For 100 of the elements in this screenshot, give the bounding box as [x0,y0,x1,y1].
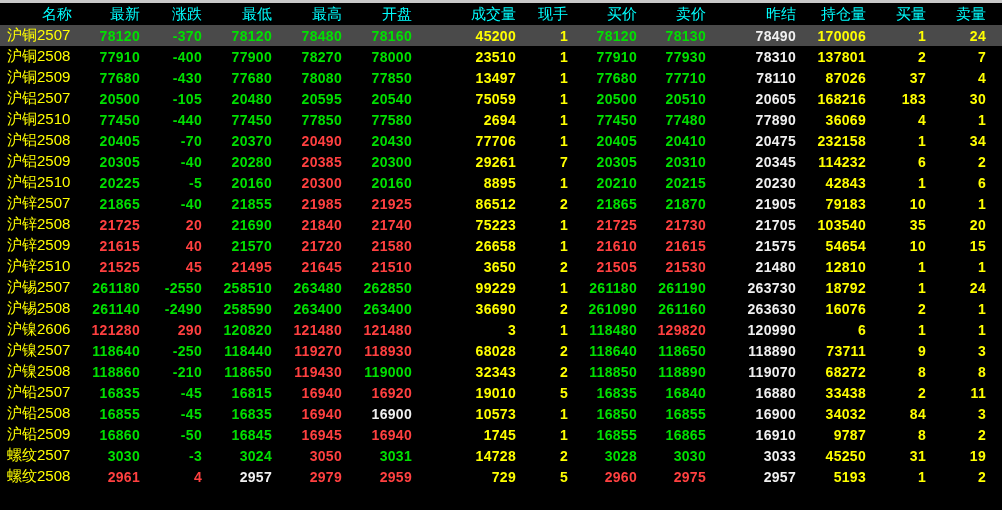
table-cell-text: 2694 [482,111,516,128]
column-header[interactable]: 最高 [272,4,342,24]
table-cell-text: 20430 [370,132,412,149]
table-cell-text: 263730 [746,279,796,296]
table-cell-text: 78120 [98,27,140,44]
column-header[interactable]: 昨结 [706,4,796,24]
table-cell-text: 118650 [223,363,272,380]
table-cell-text: 2 [976,153,986,170]
table-cell-text: 263630 [746,300,796,317]
table-cell-text: -50 [179,426,202,443]
table-cell-text: 118890 [657,363,706,380]
table-cell-text: 1 [976,195,986,212]
table-cell-text: 21840 [300,216,342,233]
table-cell-text: 78490 [754,27,796,44]
table-cell-text: 2975 [672,468,706,485]
table-cell-text: 18792 [824,279,866,296]
column-header[interactable]: 名称 [0,4,72,24]
table-cell-text: 21580 [370,237,412,254]
table-cell-text: 20475 [754,132,796,149]
table-cell-text: 20210 [595,174,637,191]
table-cell-text: 77480 [664,111,706,128]
table-cell-text: 86512 [474,195,516,212]
table-cell-text: 118850 [588,363,637,380]
column-header[interactable]: 最新 [72,4,140,24]
table-cell-text: 258510 [222,279,272,296]
table-cell-text: 114232 [817,153,866,170]
contract-name: 螺纹2508 [6,467,72,486]
table-cell-text: 16076 [824,300,866,317]
table-cell-text: 21730 [664,216,706,233]
table-cell-text: 77900 [230,48,272,65]
table-row[interactable]: 沪铜2507 78120 -370 78120 78480 78160 45200 1 78120 78130 78490 170006 1 24 [0,25,1002,46]
table-cell-text: 10573 [474,405,516,422]
table-cell-text: 8 [916,426,926,443]
table-cell-text: -105 [171,90,202,107]
table-cell-text: 1 [916,321,926,338]
table-cell-text: 1 [558,27,568,44]
column-header[interactable]: 成交量 [412,4,516,24]
table-cell-text: 6 [856,321,866,338]
table-cell-text: 2 [558,300,568,317]
table-cell-text: 73711 [825,342,866,359]
table-cell-text: 20305 [595,153,637,170]
table-cell-text: 21725 [98,216,140,233]
table-cell-text: 3 [976,342,986,359]
table-cell-text: 21985 [300,195,342,212]
table-cell-text: 77890 [754,111,796,128]
table-cell-text: 1 [558,111,568,128]
table-cell-text: 121280 [90,321,140,338]
table-cell-text: 2 [558,342,568,359]
column-header[interactable]: 买价 [568,4,637,24]
table-cell-text: 40 [184,237,202,254]
table-cell-text: 2960 [603,468,637,485]
table-cell-text: -250 [171,342,202,359]
table-cell-text: 7 [976,48,986,65]
table-cell-text: 2961 [106,468,140,485]
column-header[interactable]: 卖价 [637,4,706,24]
table-cell-text: 9 [916,342,926,359]
column-header[interactable]: 涨跌 [140,4,202,24]
table-cell-text: 1 [558,426,568,443]
table-cell-text: 20480 [230,90,272,107]
table-cell-text: 77680 [595,69,637,86]
table-cell-text: 21575 [754,237,796,254]
table-cell-text: 20405 [595,132,637,149]
table-cell-text: 2 [558,195,568,212]
table-cell-text: 3650 [482,258,516,275]
table-cell-text: 20300 [300,174,342,191]
table-cell-text: 16835 [595,384,637,401]
table-cell-text: 21870 [664,195,706,212]
table-cell-text: -210 [171,363,202,380]
table-cell-text: -440 [171,111,202,128]
table-cell-text: 119270 [293,342,342,359]
table-cell-text: 20300 [370,153,412,170]
table-cell-text: 16855 [664,405,706,422]
contract-name: 沪镍2508 [6,362,72,381]
table-cell-text: 5193 [832,468,866,485]
column-header[interactable]: 持仓量 [796,4,866,24]
table-cell-text: 20370 [230,132,272,149]
table-cell-text: 32343 [474,363,516,380]
table-cell-text: 21510 [370,258,412,275]
table-cell-text: 20225 [98,174,140,191]
table-cell-text: 21905 [754,195,796,212]
contract-name: 沪镍2507 [6,341,72,360]
column-header[interactable]: 最低 [202,4,272,24]
table-cell-text: 1 [976,321,986,338]
table-cell-text: 3024 [238,447,272,464]
table-cell-text: 183 [900,90,926,107]
table-cell-text: 26658 [474,237,516,254]
contract-name: 沪铅2508 [6,404,72,423]
table-cell-text: 120820 [222,321,272,338]
contract-name: 沪铅2507 [6,383,72,402]
column-header[interactable]: 买量 [866,4,926,24]
table-cell-text: 16835 [98,384,140,401]
table-cell-text: 16920 [370,384,412,401]
table-cell-text: 20405 [98,132,140,149]
contract-name: 沪铜2510 [6,110,72,129]
column-header[interactable]: 现手 [516,4,568,24]
table-cell-text: -5 [187,174,202,191]
column-header[interactable]: 开盘 [342,4,412,24]
table-cell-text: 3 [506,321,516,338]
table-cell-text: 2 [916,300,926,317]
column-header[interactable]: 卖量 [926,4,986,24]
